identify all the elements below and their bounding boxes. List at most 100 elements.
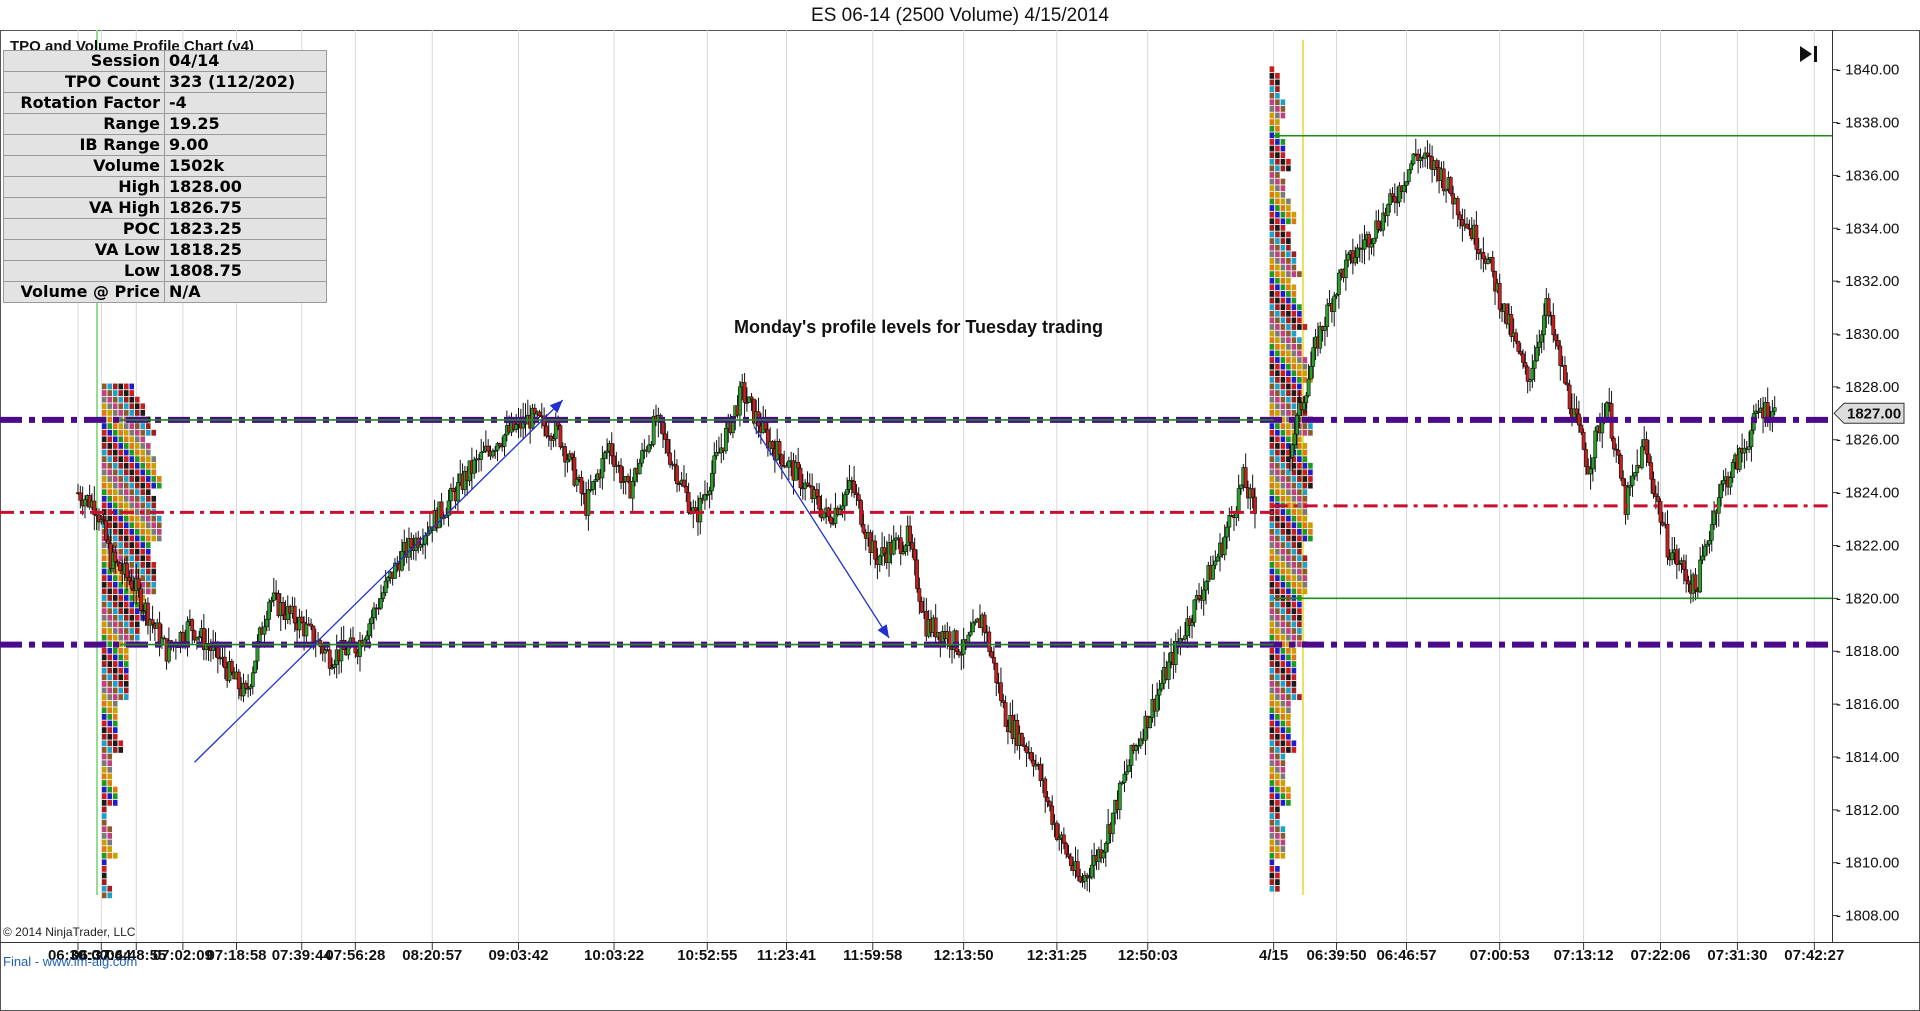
tpo-square <box>1297 337 1302 344</box>
candle <box>1050 795 1055 831</box>
tpo-square <box>1269 528 1275 535</box>
tpo-square <box>118 482 124 489</box>
tpo-square <box>123 469 129 476</box>
candle <box>479 439 484 472</box>
tpo-square <box>107 515 113 522</box>
time-tick-label: 07:02:09 <box>153 947 213 964</box>
tpo-square <box>1297 608 1302 615</box>
tpo-square <box>1269 813 1275 819</box>
candle <box>1155 682 1159 717</box>
candle-body <box>1681 560 1686 571</box>
tpo-square <box>107 846 113 852</box>
footer-link[interactable]: Final - www.lm-aig.com <box>3 954 137 969</box>
tpo-square <box>123 674 129 681</box>
candle-body <box>264 619 269 628</box>
tpo-square <box>112 443 118 449</box>
tpo-square <box>1280 297 1286 304</box>
price-tick-label: - 1810.00 <box>1836 855 1899 872</box>
tpo-square <box>1275 654 1280 661</box>
tpo-square <box>101 654 107 661</box>
candle-body <box>1670 552 1675 561</box>
candle-body <box>1406 169 1411 182</box>
tpo-square <box>1297 443 1302 449</box>
tpo-square <box>1269 231 1275 238</box>
tpo-square <box>123 535 129 542</box>
profile-stat-row: VA High 1826.75 <box>3 197 327 219</box>
tpo-square <box>129 482 135 489</box>
tpo-square <box>1291 297 1297 304</box>
tpo-square <box>1286 350 1291 357</box>
tpo-square <box>1291 291 1297 297</box>
tpo-square <box>1297 449 1302 456</box>
candle-body <box>630 481 635 499</box>
tpo-square <box>107 403 113 410</box>
candle-body <box>1411 153 1416 165</box>
tpo-square <box>1280 581 1286 588</box>
candle <box>1178 626 1183 656</box>
tpo-square <box>1286 330 1291 337</box>
tpo-square <box>1269 522 1275 529</box>
candle-body <box>1054 822 1059 840</box>
trend-line <box>194 399 564 763</box>
tpo-profile <box>1269 66 1313 892</box>
tpo-square <box>123 667 129 674</box>
tpo-square <box>112 727 118 734</box>
candle-body <box>1553 334 1558 341</box>
tpo-square <box>1280 555 1286 562</box>
tpo-square <box>151 528 157 535</box>
candle-body <box>451 487 456 492</box>
candle <box>1082 870 1087 890</box>
tpo-square <box>129 396 135 403</box>
tpo-square <box>118 502 124 509</box>
tpo-square <box>1275 562 1280 568</box>
tpo-square <box>151 482 157 489</box>
tpo-square <box>1275 476 1280 482</box>
candle <box>192 629 197 643</box>
tpo-square <box>140 535 146 542</box>
tpo-square <box>1280 680 1286 687</box>
tpo-square <box>1275 852 1280 859</box>
price-tick-label: - 1824.00 <box>1836 485 1899 502</box>
tpo-square <box>1286 218 1291 225</box>
tpo-square <box>101 885 107 892</box>
tpo-square <box>1308 535 1313 542</box>
tpo-square <box>112 747 118 753</box>
tpo-square <box>140 515 146 522</box>
tpo-square <box>1286 522 1291 529</box>
tpo-square <box>129 528 135 535</box>
tpo-square <box>1280 343 1286 350</box>
candle-body <box>565 459 570 463</box>
tpo-square <box>1280 839 1286 846</box>
tpo-square <box>1297 383 1302 390</box>
tpo-square <box>134 515 140 522</box>
price-tick-label: - 1832.00 <box>1836 273 1899 290</box>
tpo-square <box>1275 866 1280 872</box>
tpo-square <box>1291 509 1297 515</box>
tpo-square <box>1286 654 1291 661</box>
tpo-square <box>151 575 157 582</box>
tpo-square <box>1269 489 1275 496</box>
tpo-square <box>1280 832 1286 839</box>
tpo-square <box>1286 324 1291 330</box>
tpo-square <box>1291 476 1297 482</box>
tpo-square <box>1269 773 1275 780</box>
tpo-square <box>1286 198 1291 205</box>
candle-body <box>992 657 996 664</box>
candle-body <box>1110 812 1115 834</box>
tpo-square <box>1269 449 1275 456</box>
tpo-square <box>101 614 107 621</box>
candle-body <box>1684 569 1689 582</box>
tpo-square <box>1275 244 1280 251</box>
candle <box>1362 225 1367 265</box>
candle <box>961 627 966 669</box>
candle-body <box>954 630 959 653</box>
candle <box>1416 149 1421 174</box>
tpo-square <box>1291 747 1297 753</box>
skip-to-end-button[interactable] <box>1796 42 1822 66</box>
tpo-square <box>1286 714 1291 720</box>
candle-body <box>684 485 689 493</box>
tpo-square <box>101 462 107 469</box>
candle-body <box>826 507 831 518</box>
tpo-square <box>1269 535 1275 542</box>
candle <box>1674 544 1679 580</box>
